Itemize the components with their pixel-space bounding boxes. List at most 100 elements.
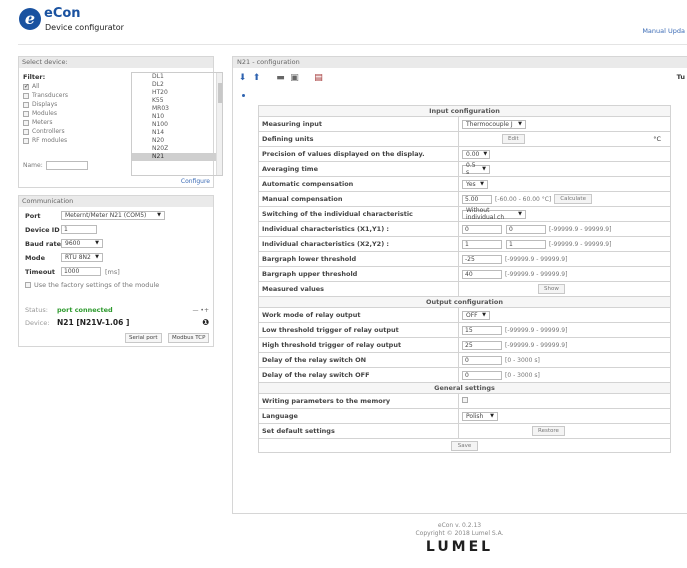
filter-group: Filter: All Transducers Displays Modules… (23, 73, 123, 145)
factory-settings-row[interactable]: Use the factory settings of the module (25, 281, 159, 289)
checkbox-icon[interactable] (462, 397, 468, 403)
device-list-item[interactable]: MR03 (132, 105, 222, 113)
high-trigger-input[interactable]: 25 (462, 340, 502, 350)
calculate-button[interactable]: Calculate (554, 194, 592, 204)
checkbox-icon[interactable] (23, 137, 29, 144)
checkbox-icon[interactable] (23, 119, 29, 126)
language-select[interactable]: Polish ▼ (462, 411, 498, 421)
timeout-input[interactable]: 1000 (61, 267, 101, 276)
delay-off-input[interactable]: 0 (462, 370, 502, 380)
device-list-item[interactable]: N14 (132, 129, 222, 137)
edit-units-button[interactable]: Edit (502, 134, 525, 144)
save-file-icon[interactable]: ▣ (289, 73, 300, 84)
switching-characteristic-label: Switching of the individual characterist… (258, 206, 459, 222)
manual-update-link[interactable]: Manual Upda (642, 27, 685, 35)
checkbox-icon[interactable] (23, 92, 29, 99)
modbus-tcp-button[interactable]: Modbus TCP (168, 333, 210, 343)
bargraph-upper-input[interactable]: 40 (462, 269, 502, 279)
device-list-item[interactable]: DL1 (132, 73, 222, 81)
toolbar: ⬇ ⬆ ▬ ▣ ▤ (237, 71, 327, 85)
delay-off-label: Delay of the relay switch OFF (258, 367, 459, 383)
filter-displays[interactable]: Displays (23, 100, 123, 109)
port-select[interactable]: Meternt/Meter N21 (COM5) ▼ (61, 211, 165, 220)
restore-button[interactable]: Restore (532, 426, 565, 436)
arrow-up-icon[interactable]: ⬆ (251, 73, 262, 84)
info-icon[interactable]: ❶ (202, 318, 209, 327)
configure-link[interactable]: Configure (181, 178, 210, 185)
device-list-item[interactable]: K55 (132, 97, 222, 105)
x1-input[interactable]: 0 (462, 224, 502, 234)
device-list-item[interactable]: N10 (132, 113, 222, 121)
filter-transducers[interactable]: Transducers (23, 91, 123, 100)
precision-select[interactable]: 0.00 ▼ (462, 149, 490, 159)
table-row: Measuring input Thermocouple J ▼ (258, 116, 671, 132)
filter-meters[interactable]: Meters (23, 118, 123, 127)
scrollbar-thumb[interactable] (218, 83, 222, 103)
name-filter-row: Name: (23, 161, 88, 170)
switching-characteristic-select[interactable]: Without individual ch ▼ (462, 207, 526, 221)
filter-all[interactable]: All (23, 82, 123, 91)
device-id-input[interactable]: 1 (61, 225, 97, 234)
x2-input[interactable]: 1 (462, 239, 502, 249)
device-list-item[interactable]: HT20 (132, 89, 222, 97)
name-filter-input[interactable] (45, 161, 88, 170)
low-trigger-input[interactable]: 15 (462, 325, 502, 335)
table-row: Set default settings Restore (258, 423, 671, 439)
device-list-item-selected[interactable]: N21 (132, 153, 222, 161)
version-text: eCon v. 0.2.13 (437, 522, 482, 529)
folder-icon[interactable]: ▬ (275, 73, 286, 84)
mode-select[interactable]: RTU 8N2 ▼ (61, 253, 103, 262)
work-mode-label: Work mode of relay output (258, 307, 459, 323)
table-row: Low threshold trigger of relay output 15… (258, 322, 671, 338)
export-icon[interactable]: ▤ (313, 73, 324, 84)
range-text: [0 - 3000 s] (505, 356, 540, 364)
mode-label: Mode (25, 253, 45, 262)
arrow-down-icon[interactable]: ⬇ (237, 73, 248, 84)
serial-port-button[interactable]: Serial port (125, 333, 162, 343)
baud-rate-select[interactable]: 9600 ▼ (61, 239, 103, 248)
table-row: Switching of the individual characterist… (258, 206, 671, 222)
communication-title: Communication (19, 196, 213, 207)
checkbox-icon[interactable] (25, 282, 31, 288)
y2-input[interactable]: 1 (506, 239, 546, 249)
bargraph-lower-label: Bargraph lower threshold (258, 251, 459, 267)
work-mode-select[interactable]: OFF ▼ (462, 310, 490, 320)
device-list-item[interactable]: N100 (132, 121, 222, 129)
name-label: Name: (23, 162, 43, 169)
device-list-item[interactable]: N20Z (132, 145, 222, 153)
timeout-row: Timeout 1000 [ms] (25, 267, 120, 276)
configuration-panel: N21 - configuration ⬇ ⬆ ▬ ▣ ▤ Tu Input c… (232, 56, 687, 514)
high-trigger-label: High threshold trigger of relay output (258, 337, 459, 353)
device-list[interactable]: DL1 DL2 HT20 K55 MR03 N10 N100 N14 N20 N… (131, 72, 223, 176)
communication-panel: Communication Port Meternt/Meter N21 (CO… (18, 195, 214, 347)
manual-compensation-input[interactable]: 5.00 (462, 194, 492, 204)
filter-controllers[interactable]: Controllers (23, 127, 123, 136)
delay-on-input[interactable]: 0 (462, 355, 502, 365)
range-text: [-99999.9 - 99999.9] (549, 225, 612, 233)
filter-label: Filter: (23, 73, 46, 81)
save-button[interactable]: Save (450, 440, 479, 451)
auto-compensation-select[interactable]: Yes ▼ (462, 179, 488, 189)
device-list-item[interactable]: DL2 (132, 81, 222, 89)
range-text: [-99999.9 - 99999.9] (549, 240, 612, 248)
filter-modules[interactable]: Modules (23, 109, 123, 118)
port-label: Port (25, 211, 41, 220)
checkbox-icon[interactable] (23, 128, 29, 135)
averaging-time-select[interactable]: 0.5 s ▼ (462, 162, 490, 176)
lumel-logo: LUMEL (425, 539, 494, 555)
timeout-unit: [ms] (105, 267, 120, 276)
bargraph-lower-input[interactable]: -25 (462, 254, 502, 264)
timeout-label: Timeout (25, 267, 56, 276)
checkbox-icon[interactable] (23, 110, 29, 117)
show-button[interactable]: Show (538, 284, 565, 294)
checkbox-icon[interactable] (23, 101, 29, 108)
table-row: Individual characteristics (X1,Y1) : 0 0[… (258, 221, 671, 237)
measuring-input-select[interactable]: Thermocouple J ▼ (462, 119, 526, 129)
filter-rf-modules[interactable]: RF modules (23, 136, 123, 145)
port-row: Port Meternt/Meter N21 (COM5) ▼ (25, 211, 165, 220)
y1-input[interactable]: 0 (506, 224, 546, 234)
econ-logo: e (19, 8, 41, 30)
device-list-item[interactable]: N20 (132, 137, 222, 145)
device-list-scrollbar[interactable] (216, 73, 222, 175)
checkbox-icon[interactable] (23, 82, 29, 91)
